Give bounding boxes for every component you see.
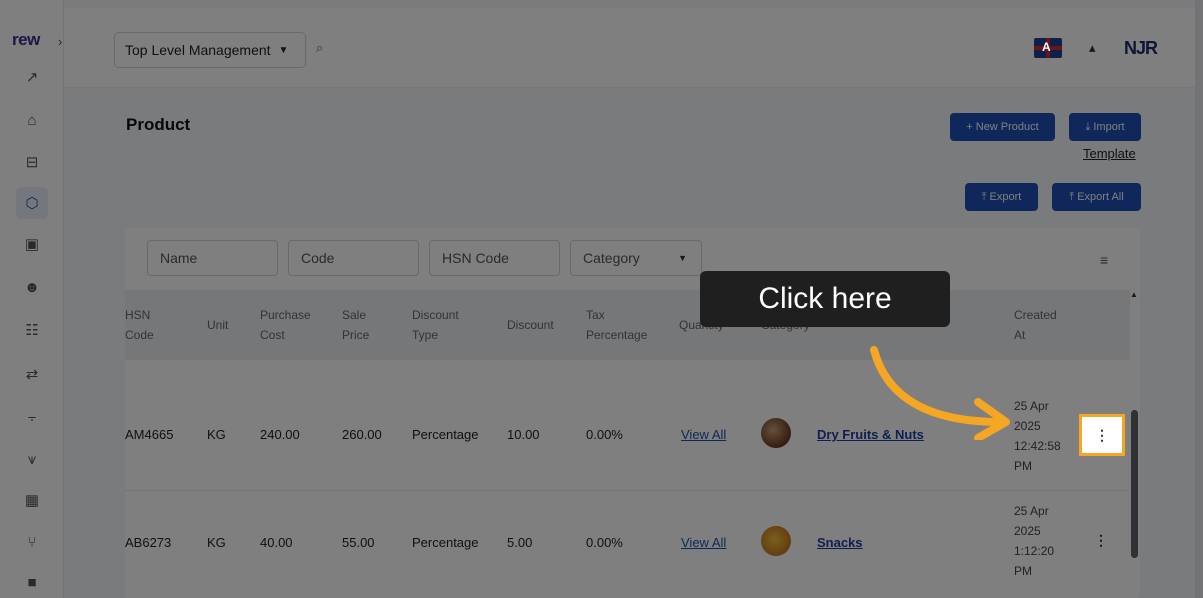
tutorial-dim-overlay xyxy=(0,0,1203,598)
tutorial-arrow-icon xyxy=(870,346,1010,440)
tutorial-tooltip: Click here xyxy=(700,271,950,327)
row-menu-icon[interactable]: ⋮ xyxy=(1079,414,1125,456)
arrow-curve xyxy=(870,346,1004,426)
language-flag-label: A xyxy=(1042,40,1051,54)
